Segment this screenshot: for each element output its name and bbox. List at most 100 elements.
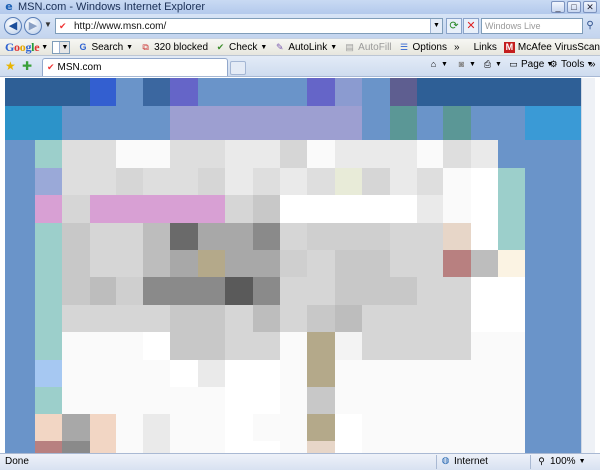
spell-check-button[interactable]: ✔ Check ▼ (215, 41, 268, 53)
page-mosaic-block (116, 168, 143, 195)
page-mosaic-block (417, 387, 443, 414)
page-mosaic-block (471, 195, 498, 223)
page-mosaic-block (390, 106, 417, 140)
page-mosaic-block (307, 168, 335, 195)
back-arrow-icon[interactable]: ◀ (4, 17, 22, 35)
tab-msn[interactable]: ✔ MSN.com (42, 58, 228, 76)
page-mosaic-block (280, 140, 307, 168)
forward-arrow-icon[interactable]: ▶ (24, 17, 42, 35)
zoom-button[interactable]: ⚲ 100% ▼ (536, 456, 585, 467)
page-mosaic-block (390, 332, 417, 360)
page-mosaic-block (35, 195, 62, 223)
page-mosaic-block (335, 106, 362, 140)
page-menu-button[interactable]: ▭ Page ▼ (508, 59, 553, 70)
close-button[interactable]: ✕ (583, 1, 597, 13)
command-more-chevron[interactable]: » (590, 59, 596, 70)
page-mosaic-block (471, 168, 498, 195)
page-mosaic-block (417, 250, 443, 277)
add-favorites-icon[interactable]: ✚ (22, 59, 32, 73)
tools-menu-button[interactable]: ⚙ Tools ▼ (548, 59, 593, 70)
page-mosaic-block (90, 305, 116, 332)
page-mosaic-block (335, 140, 362, 168)
google-menu-chevron-icon[interactable]: ▼ (41, 44, 48, 51)
page-mosaic-block (35, 250, 62, 277)
links-button[interactable]: Links (474, 42, 497, 53)
page-mosaic-block (116, 360, 143, 387)
magnifier-icon[interactable]: ⚲ (583, 18, 597, 34)
page-mosaic-block (525, 387, 552, 414)
page-mosaic-block (390, 277, 417, 305)
page-mosaic-block (116, 414, 143, 441)
page-mosaic-block (170, 414, 198, 441)
page-mosaic-block (170, 223, 198, 250)
mcafee-virusscan-button[interactable]: M McAfee VirusScan (503, 41, 600, 53)
page-mosaic-block (280, 441, 307, 453)
autofill-icon: ▤ (345, 41, 354, 52)
google-options-button[interactable]: ☰ Options (399, 42, 447, 53)
printer-icon: ⎙ (483, 59, 492, 69)
page-mosaic-block (552, 414, 581, 441)
page-mosaic-block (143, 414, 170, 441)
feeds-button[interactable]: ◙ ▼ (456, 59, 476, 70)
refresh-icon[interactable]: ⟳ (446, 18, 462, 34)
page-mosaic-block (143, 168, 170, 195)
print-button[interactable]: ⎙ ▼ (482, 59, 502, 70)
star-icon[interactable]: ★ (5, 59, 16, 73)
page-mosaic-block (143, 106, 170, 140)
page-mosaic-block (225, 168, 253, 195)
check-mark-icon: ✔ (216, 41, 225, 52)
page-mosaic-block (362, 360, 390, 387)
mcafee-shield-icon: M (503, 41, 515, 53)
stop-icon[interactable]: ✕ (463, 18, 479, 34)
page-mosaic-block (443, 223, 471, 250)
page-mosaic-block (143, 305, 170, 332)
live-search-input[interactable]: Windows Live (481, 18, 583, 34)
page-mosaic-block (471, 387, 498, 414)
page-mosaic-block (198, 168, 225, 195)
page-mosaic-block (498, 250, 525, 277)
address-field[interactable]: ✔ http://www.msn.com/ ▼ (55, 18, 443, 34)
page-mosaic-block (143, 387, 170, 414)
popup-blocker-button[interactable]: ⧉ 320 blocked (140, 42, 208, 53)
page-mosaic-block (443, 195, 471, 223)
autolink-button[interactable]: ✎ AutoLink ▼ (274, 42, 337, 53)
security-zone[interactable]: ◍ Internet (440, 456, 488, 467)
page-mosaic-block (198, 277, 225, 305)
recent-pages-chevron-icon[interactable]: ▼ (44, 20, 52, 29)
maximize-button[interactable]: □ (567, 1, 581, 13)
home-button[interactable]: ⌂ ▼ (428, 59, 448, 70)
page-mosaic-block (471, 250, 498, 277)
google-logo[interactable]: Google (5, 40, 40, 55)
google-search-input[interactable]: ▼ (52, 40, 71, 54)
page-mosaic-block (362, 78, 390, 106)
page-mosaic-block (280, 360, 307, 387)
page-mosaic-block (116, 78, 143, 106)
page-mosaic-block (116, 277, 143, 305)
google-search-button[interactable]: G Search ▼ (77, 42, 133, 53)
page-mosaic-block (90, 250, 116, 277)
vertical-scrollbar[interactable] (581, 78, 595, 453)
address-dropdown-chevron-icon[interactable]: ▼ (430, 19, 442, 33)
page-mosaic-block (552, 305, 581, 332)
toolbar-more-chevron[interactable]: » (454, 42, 460, 53)
new-tab-button[interactable] (230, 61, 246, 75)
page-mosaic-block (198, 414, 225, 441)
page-mosaic-block (471, 140, 498, 168)
page-mosaic-block (5, 106, 35, 140)
page-mosaic-block (552, 277, 581, 305)
page-mosaic-block (443, 140, 471, 168)
page-mosaic-block (498, 106, 525, 140)
page-mosaic-block (471, 332, 498, 360)
page-mosaic-block (525, 106, 552, 140)
minimize-button[interactable]: _ (551, 1, 565, 13)
page-mosaic-block (90, 78, 116, 106)
web-page-content[interactable] (5, 78, 581, 453)
google-search-history-chevron-icon[interactable]: ▼ (59, 41, 70, 53)
autofill-button[interactable]: ▤ AutoFill (344, 42, 391, 53)
address-url[interactable]: http://www.msn.com/ (74, 21, 166, 32)
page-mosaic-block (5, 441, 35, 453)
wand-icon: ✎ (276, 41, 284, 52)
page-mosaic-block (417, 223, 443, 250)
page-mosaic-block (498, 414, 525, 441)
page-mosaic-block (90, 223, 116, 250)
